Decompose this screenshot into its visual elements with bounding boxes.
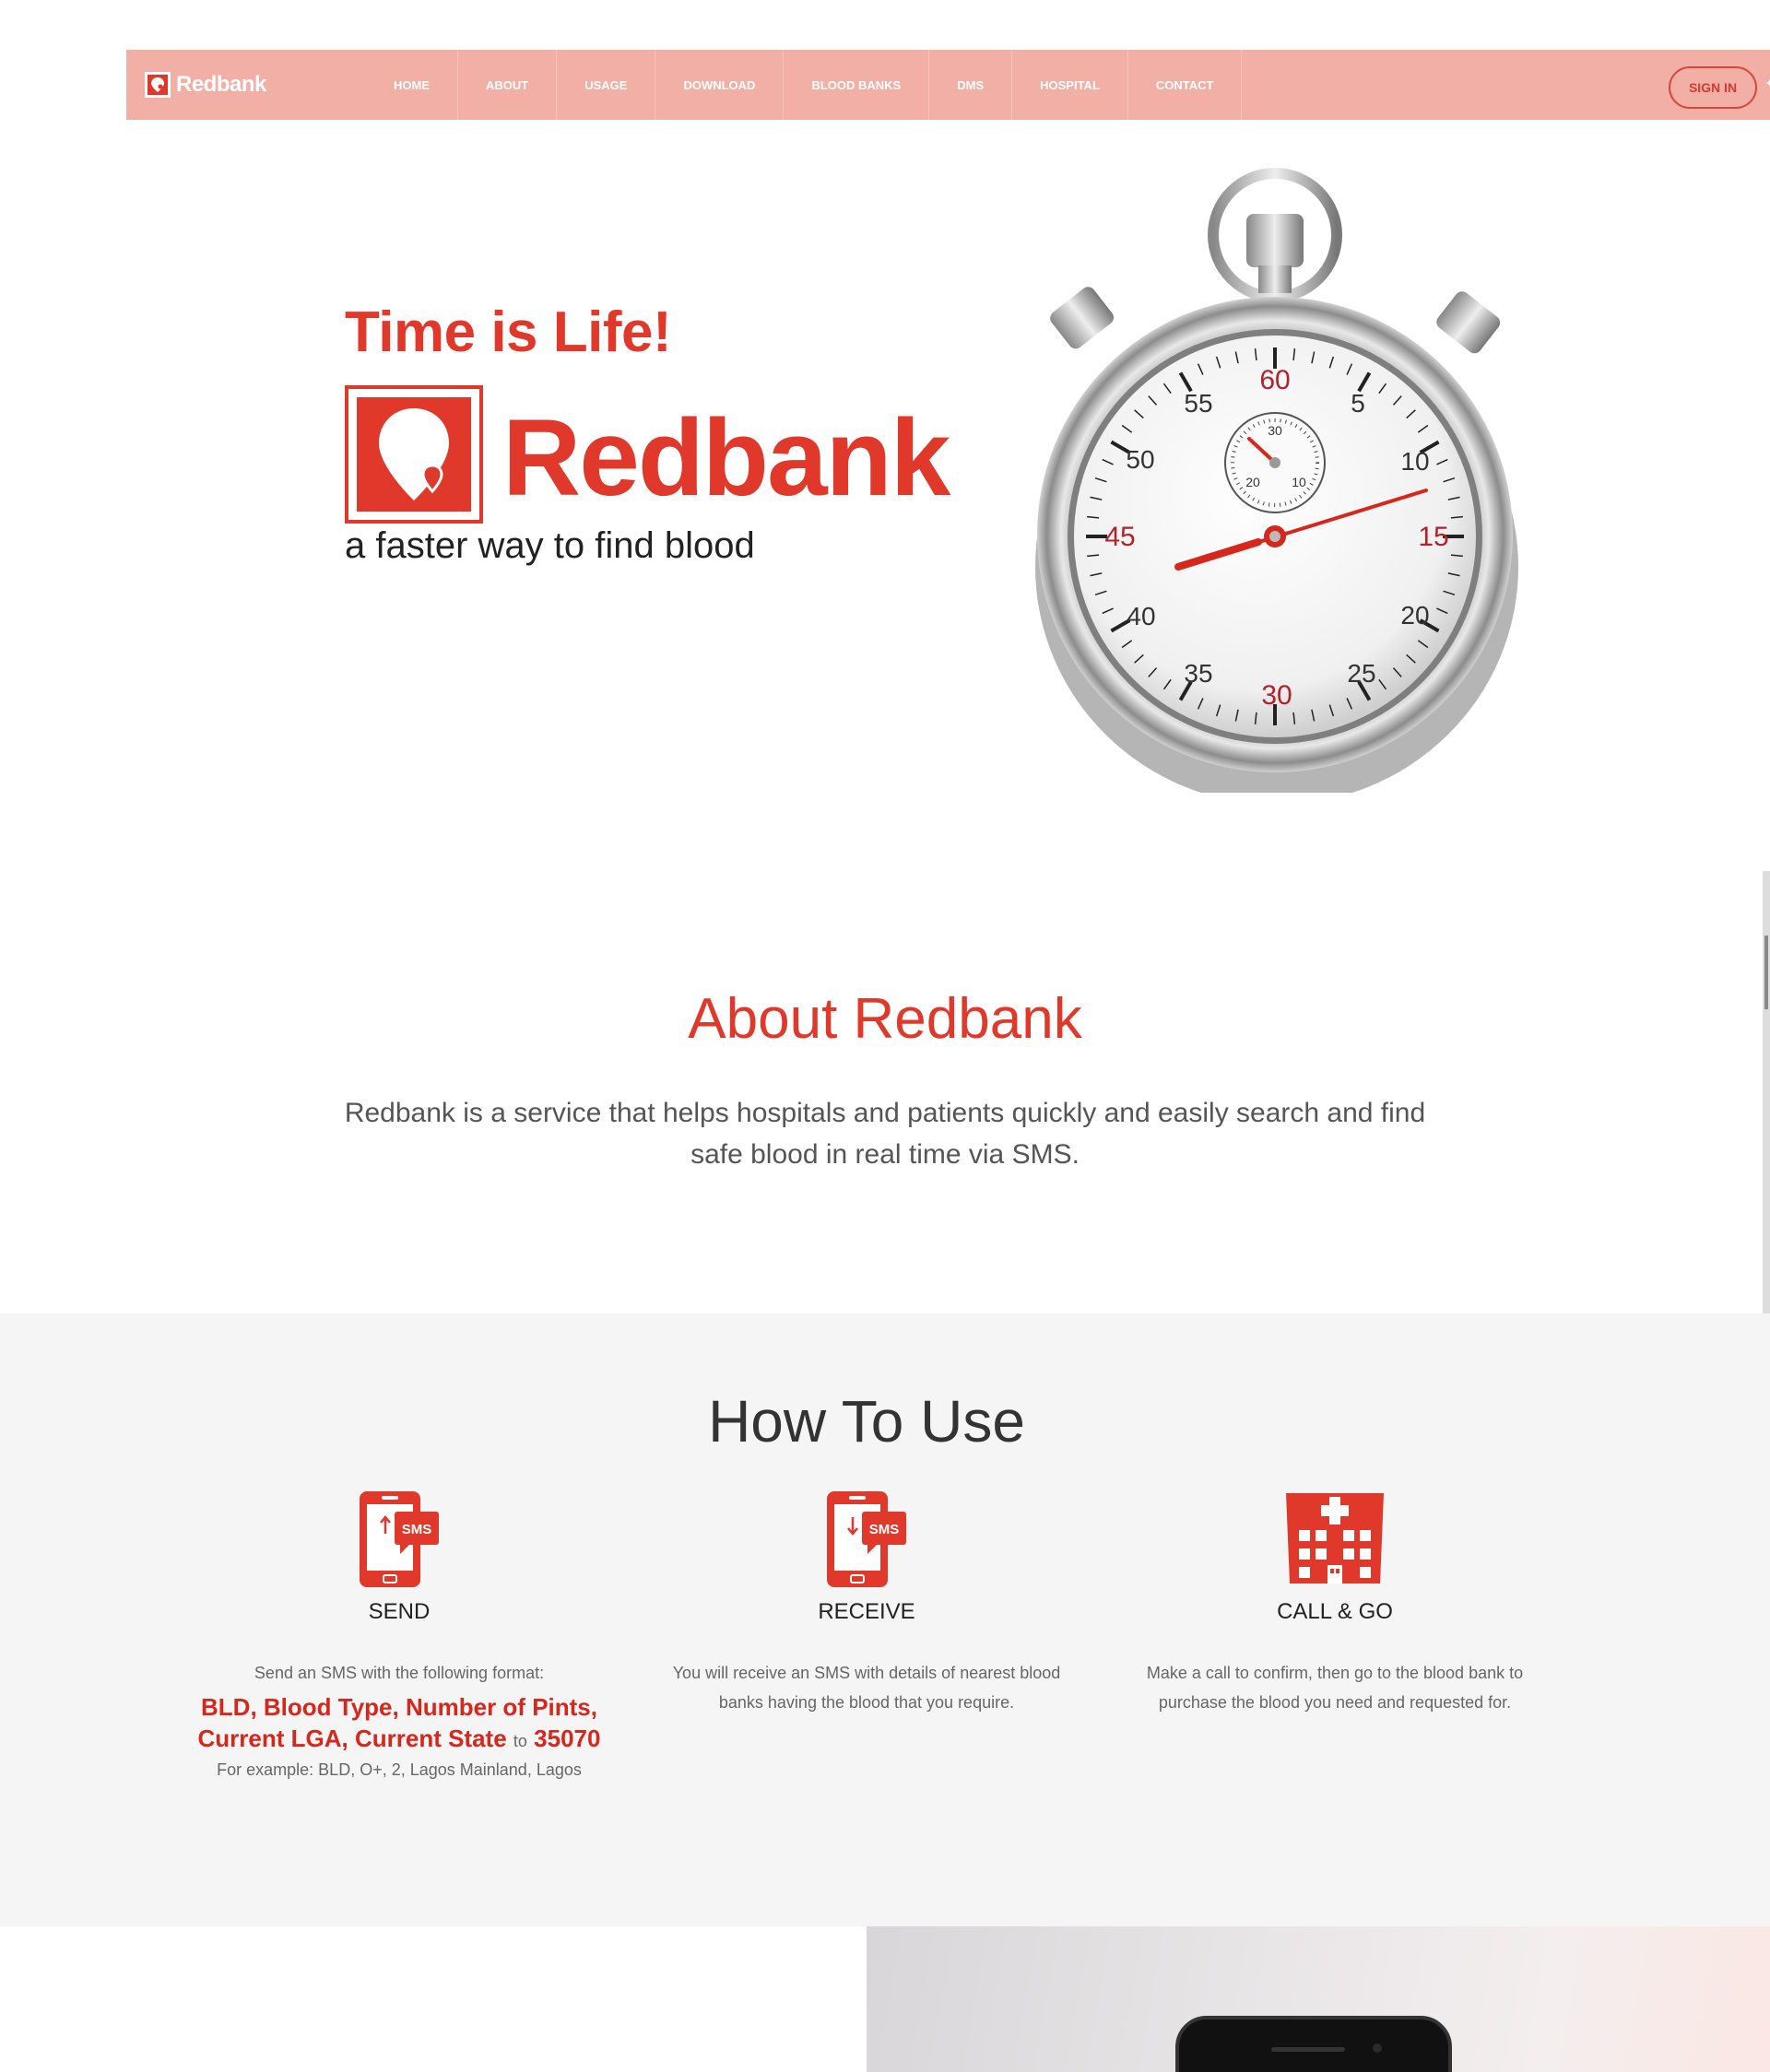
stopwatch-number: 15: [1418, 522, 1448, 552]
subdial-number: 10: [1292, 475, 1306, 489]
stopwatch-number: 60: [1259, 365, 1290, 395]
stopwatch-number: 45: [1104, 522, 1135, 552]
phone-photo: [867, 1926, 1770, 2072]
sms-example: For example: BLD, O+, 2, Lagos Mainland,…: [217, 1760, 582, 1779]
stopwatch-number: 30: [1261, 680, 1292, 711]
nav-contact[interactable]: CONTACT: [1128, 50, 1243, 120]
scrollbar-thumb[interactable]: [1764, 936, 1768, 1009]
step-receive: SMS RECEIVE You will receive an SMS with…: [655, 1489, 1079, 1717]
page-scrollbar[interactable]: [1763, 871, 1770, 1336]
twitter-icon[interactable]: ✦: [1764, 76, 1770, 91]
nav-blood-banks[interactable]: BLOOD BANKS: [784, 50, 930, 120]
sms-text: SMS: [869, 1522, 900, 1537]
phone-sms-send-icon: SMS: [187, 1489, 611, 1590]
step-call-and-go: CALL & GO Make a call to confirm, then g…: [1123, 1489, 1547, 1717]
sms-format-line1: BLD, Blood Type, Number of Pints,: [201, 1693, 597, 1721]
hero-tagline: Time is Life!: [345, 300, 672, 364]
subdial-number: 20: [1245, 475, 1260, 489]
sms-format-line2: Current LGA, Current State: [197, 1725, 507, 1752]
stopwatch-number: 35: [1184, 659, 1212, 688]
nav-dms[interactable]: DMS: [929, 50, 1013, 120]
stopwatch-number: 10: [1400, 447, 1429, 476]
step-label: RECEIVE: [818, 1599, 915, 1624]
phone-speaker: [1271, 2047, 1345, 2052]
hero-subtitle: a faster way to find blood: [345, 525, 755, 566]
sign-in-button[interactable]: SIGN IN: [1669, 66, 1757, 109]
nav-hospital[interactable]: HOSPITAL: [1012, 50, 1128, 120]
nav-usage[interactable]: USAGE: [557, 50, 656, 120]
brand-logo[interactable]: Redbank: [145, 72, 366, 98]
smartphone-image: [1175, 2016, 1452, 2072]
how-to-use-title: How To Use: [708, 1388, 1025, 1454]
nav-about[interactable]: ABOUT: [458, 50, 558, 120]
subdial-number: 30: [1268, 423, 1282, 438]
logo-wordmark: Redbank: [502, 397, 950, 519]
top-navbar: Redbank HOME ABOUT USAGE DOWNLOAD BLOOD …: [126, 50, 1770, 120]
phone-camera: [1373, 2043, 1382, 2053]
phone-sms-receive-icon: SMS: [655, 1489, 1079, 1590]
redbank-logo-mark: [345, 385, 483, 524]
about-title: About Redbank: [688, 987, 1082, 1051]
main-menu: HOME ABOUT USAGE DOWNLOAD BLOOD BANKS DM…: [366, 50, 1243, 120]
stopwatch-number: 5: [1351, 389, 1365, 418]
step-description: You will receive an SMS with details of …: [672, 1664, 1061, 1712]
brand-name: Redbank: [176, 72, 266, 97]
sms-text: SMS: [402, 1522, 432, 1537]
nav-download[interactable]: DOWNLOAD: [655, 50, 785, 120]
hospital-building-icon: [1123, 1489, 1547, 1590]
step-send: SMS SEND Send an SMS with the following …: [187, 1489, 611, 1780]
stopwatch-number: 25: [1347, 659, 1375, 688]
stopwatch-number: 40: [1127, 602, 1155, 630]
stopwatch-number: 20: [1400, 601, 1429, 630]
map-pin-icon: [357, 397, 471, 512]
sms-format: BLD, Blood Type, Number of Pints, Curren…: [187, 1691, 611, 1757]
step-description: Send an SMS with the following format:: [254, 1664, 545, 1682]
stopwatch-image: 60 5 10 15 20 25 30 35 40 45 50 55 30 10…: [1035, 168, 1518, 793]
stopwatch-number: 55: [1184, 389, 1212, 418]
sms-shortcode: 35070: [534, 1725, 601, 1752]
sms-format-to: to: [513, 1732, 527, 1750]
about-description: Redbank is a service that helps hospital…: [344, 1098, 1426, 1170]
nav-home[interactable]: HOME: [366, 50, 458, 120]
stopwatch-number: 50: [1126, 445, 1154, 474]
map-pin-logo-icon: [145, 72, 171, 98]
step-label: CALL & GO: [1277, 1599, 1393, 1624]
step-label: SEND: [368, 1599, 431, 1624]
how-to-use-section: How To Use SMS SEND Send an SMS with the…: [0, 1313, 1770, 1926]
step-description: Make a call to confirm, then go to the b…: [1146, 1664, 1524, 1712]
